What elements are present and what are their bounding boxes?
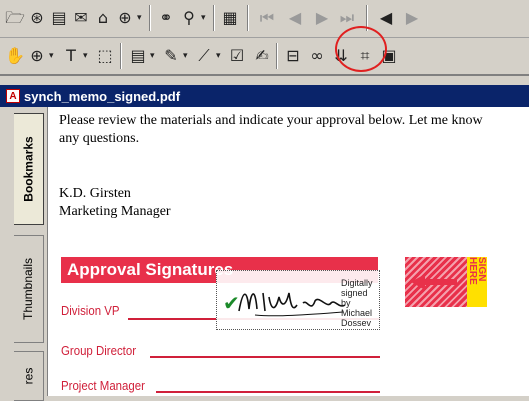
hand-tool-icon[interactable]: ✋ bbox=[4, 45, 26, 67]
sign-here-text: SIGN HERE bbox=[467, 257, 487, 285]
form-field-icon[interactable]: ⊟ bbox=[282, 45, 304, 67]
author-name: K.D. Girsten bbox=[59, 186, 131, 201]
web-capture-icon[interactable]: ⊕ bbox=[114, 7, 136, 29]
open-folder-icon[interactable]: 🗁 bbox=[4, 7, 26, 29]
body-text: any questions. bbox=[59, 131, 140, 146]
pdf-file-icon: A bbox=[6, 89, 20, 103]
zoom-icon[interactable]: ⊕ bbox=[26, 45, 48, 67]
binoculars-icon[interactable]: ⚭ bbox=[155, 7, 177, 29]
chevron-down-icon[interactable]: ▾ bbox=[183, 51, 188, 61]
previous-page-icon[interactable]: ◀ bbox=[284, 7, 306, 29]
show-pane-icon[interactable]: ▦ bbox=[219, 7, 241, 29]
signature-row-label: Group Director bbox=[61, 343, 137, 358]
handwritten-signature bbox=[238, 292, 346, 317]
signature-row-label: Project Manager bbox=[61, 378, 145, 393]
tab-signatures-label: res bbox=[21, 367, 36, 385]
chevron-down-icon[interactable]: ▾ bbox=[150, 51, 155, 61]
first-page-icon[interactable]: ⏮ bbox=[256, 7, 278, 29]
go-back-icon[interactable]: ◀ bbox=[375, 7, 397, 29]
graphics-select-icon[interactable]: ⬚ bbox=[94, 45, 116, 67]
save-icon[interactable]: ⊛ bbox=[26, 7, 48, 29]
chevron-down-icon[interactable]: ▾ bbox=[49, 51, 54, 61]
toolbar-file: 🗁 ⊛ ▤ ✉ ⌂ ⊕ ▾ ⚭ ⚲ ▾ ▦ ⏮ ◀ ▶ ⏭ ◀ ▶ bbox=[0, 0, 529, 38]
notes-icon[interactable]: ▤ bbox=[127, 45, 149, 67]
document-page: Please review the materials and indicate… bbox=[48, 107, 529, 396]
tab-bookmarks[interactable]: Bookmarks bbox=[14, 113, 44, 225]
signature-row-label: Division VP bbox=[61, 303, 120, 318]
digital-signature-text: Digitally signed by Michael Dossev bbox=[341, 278, 373, 328]
signature-line bbox=[156, 391, 380, 393]
chevron-down-icon[interactable]: ▾ bbox=[216, 51, 221, 61]
tab-thumbnails-label: Thumbnails bbox=[21, 257, 36, 321]
toolbar-separator bbox=[149, 5, 151, 31]
go-forward-icon[interactable]: ▶ bbox=[401, 7, 423, 29]
link-icon[interactable]: ∞ bbox=[306, 45, 328, 67]
spell-check-icon[interactable]: ☑ bbox=[226, 45, 248, 67]
document-title-bar: A synch_memo_signed.pdf bbox=[0, 85, 529, 107]
digital-signature-icon[interactable]: ✍ bbox=[251, 45, 273, 67]
highlight-icon[interactable]: ⟋ bbox=[193, 45, 215, 67]
chevron-down-icon[interactable]: ▾ bbox=[137, 13, 142, 23]
text-select-icon[interactable]: T bbox=[60, 45, 82, 67]
author-title: Marketing Manager bbox=[59, 204, 171, 219]
toolbar-tools: ✋ ⊕ ▾ T ▾ ⬚ ▤ ▾ ✎ ▾ ⟋ ▾ ☑ ✍ ⊟ ∞ ⇊ ⌗ ▣ bbox=[0, 38, 529, 76]
navigation-pane: Bookmarks Thumbnails res bbox=[0, 107, 48, 401]
toolbar-separator bbox=[247, 5, 249, 31]
toolbar-separator bbox=[213, 5, 215, 31]
tab-signatures[interactable]: res bbox=[14, 351, 44, 401]
approval-heading-text: Approval Signatures bbox=[67, 260, 234, 279]
highlight-circle-annotation bbox=[335, 26, 387, 72]
tab-bookmarks-label: Bookmarks bbox=[21, 136, 36, 202]
signature-field[interactable]: ✔ Digitally signed by Michael Dossev bbox=[216, 270, 380, 330]
document-filename: synch_memo_signed.pdf bbox=[24, 88, 181, 104]
chevron-down-icon[interactable]: ▾ bbox=[201, 13, 206, 23]
toolbar-separator bbox=[120, 43, 122, 69]
tab-thumbnails[interactable]: Thumbnails bbox=[14, 235, 44, 343]
sign-here-label: SIGN HERE bbox=[467, 257, 487, 307]
toolbar-separator bbox=[276, 43, 278, 69]
arrow-left-icon bbox=[411, 274, 457, 290]
chevron-down-icon[interactable]: ▾ bbox=[83, 51, 88, 61]
search-web-icon[interactable]: ⌂ bbox=[92, 7, 114, 29]
signature-line bbox=[150, 356, 380, 358]
find-icon[interactable]: ⚲ bbox=[178, 7, 200, 29]
print-icon[interactable]: ▤ bbox=[48, 7, 70, 29]
email-icon[interactable]: ✉ bbox=[70, 7, 92, 29]
pencil-icon[interactable]: ✎ bbox=[160, 45, 182, 67]
next-page-icon[interactable]: ▶ bbox=[311, 7, 333, 29]
body-text: Please review the materials and indicate… bbox=[59, 113, 483, 128]
sign-here-tab: SIGN HERE bbox=[405, 257, 490, 307]
